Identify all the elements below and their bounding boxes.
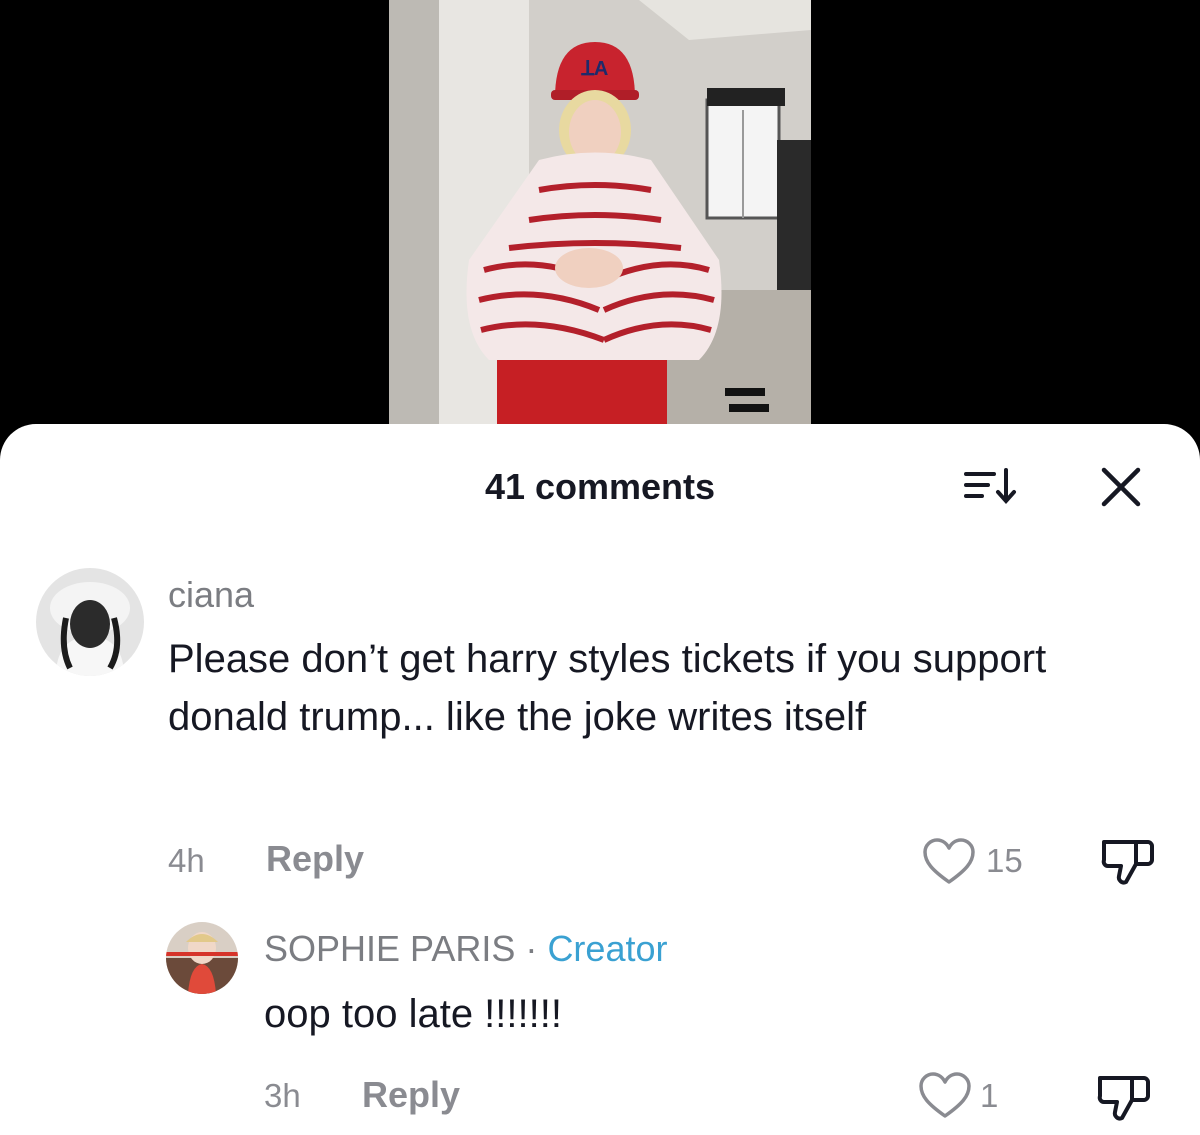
dislike-button[interactable] [1100,836,1156,893]
creator-avatar-image [166,922,238,994]
avatar[interactable] [166,922,238,994]
video-player[interactable]: ꓕA [0,0,1200,440]
heart-icon [923,838,975,884]
dislike-button[interactable] [1096,1072,1152,1129]
video-thumbnail: ꓕA [389,0,811,440]
dislike-icon [1097,1076,1150,1121]
comment-time: 4h [168,842,205,879]
comments-sheet: 41 comments ciana Please don’t get harry… [0,424,1200,1135]
reply-time: 3h [264,1077,301,1114]
reply-text: oop too late !!!!!!! [264,992,562,1036]
close-button[interactable] [1098,464,1144,510]
reply-button[interactable]: Reply [362,1074,460,1116]
sort-descending-icon [964,468,1016,505]
comment-text: Please don’t get harry styles tickets if… [168,637,1047,739]
like-button[interactable] [922,838,976,891]
like-count: 1 [980,1077,999,1114]
reply-username-row: SOPHIE PARIS · Creator [264,928,667,970]
sort-button[interactable] [960,466,1020,506]
dislike-icon [1101,840,1154,885]
close-icon [1101,467,1141,507]
separator-dot: · [525,928,538,969]
user-avatar-image [36,568,144,676]
creator-badge: Creator [547,928,668,969]
heart-icon [919,1072,971,1118]
reply-button[interactable]: Reply [266,838,364,880]
avatar[interactable] [36,568,144,676]
sheet-header: 41 comments [0,424,1200,544]
like-count: 15 [986,842,1023,879]
comment-count-title: 41 comments [484,466,716,507]
comment-username[interactable]: ciana [168,574,254,616]
svg-text:ꓕA: ꓕA [581,58,609,80]
reply-username[interactable]: SOPHIE PARIS [264,928,515,969]
video-frame[interactable]: ꓕA [389,0,811,440]
like-button[interactable] [918,1072,972,1125]
